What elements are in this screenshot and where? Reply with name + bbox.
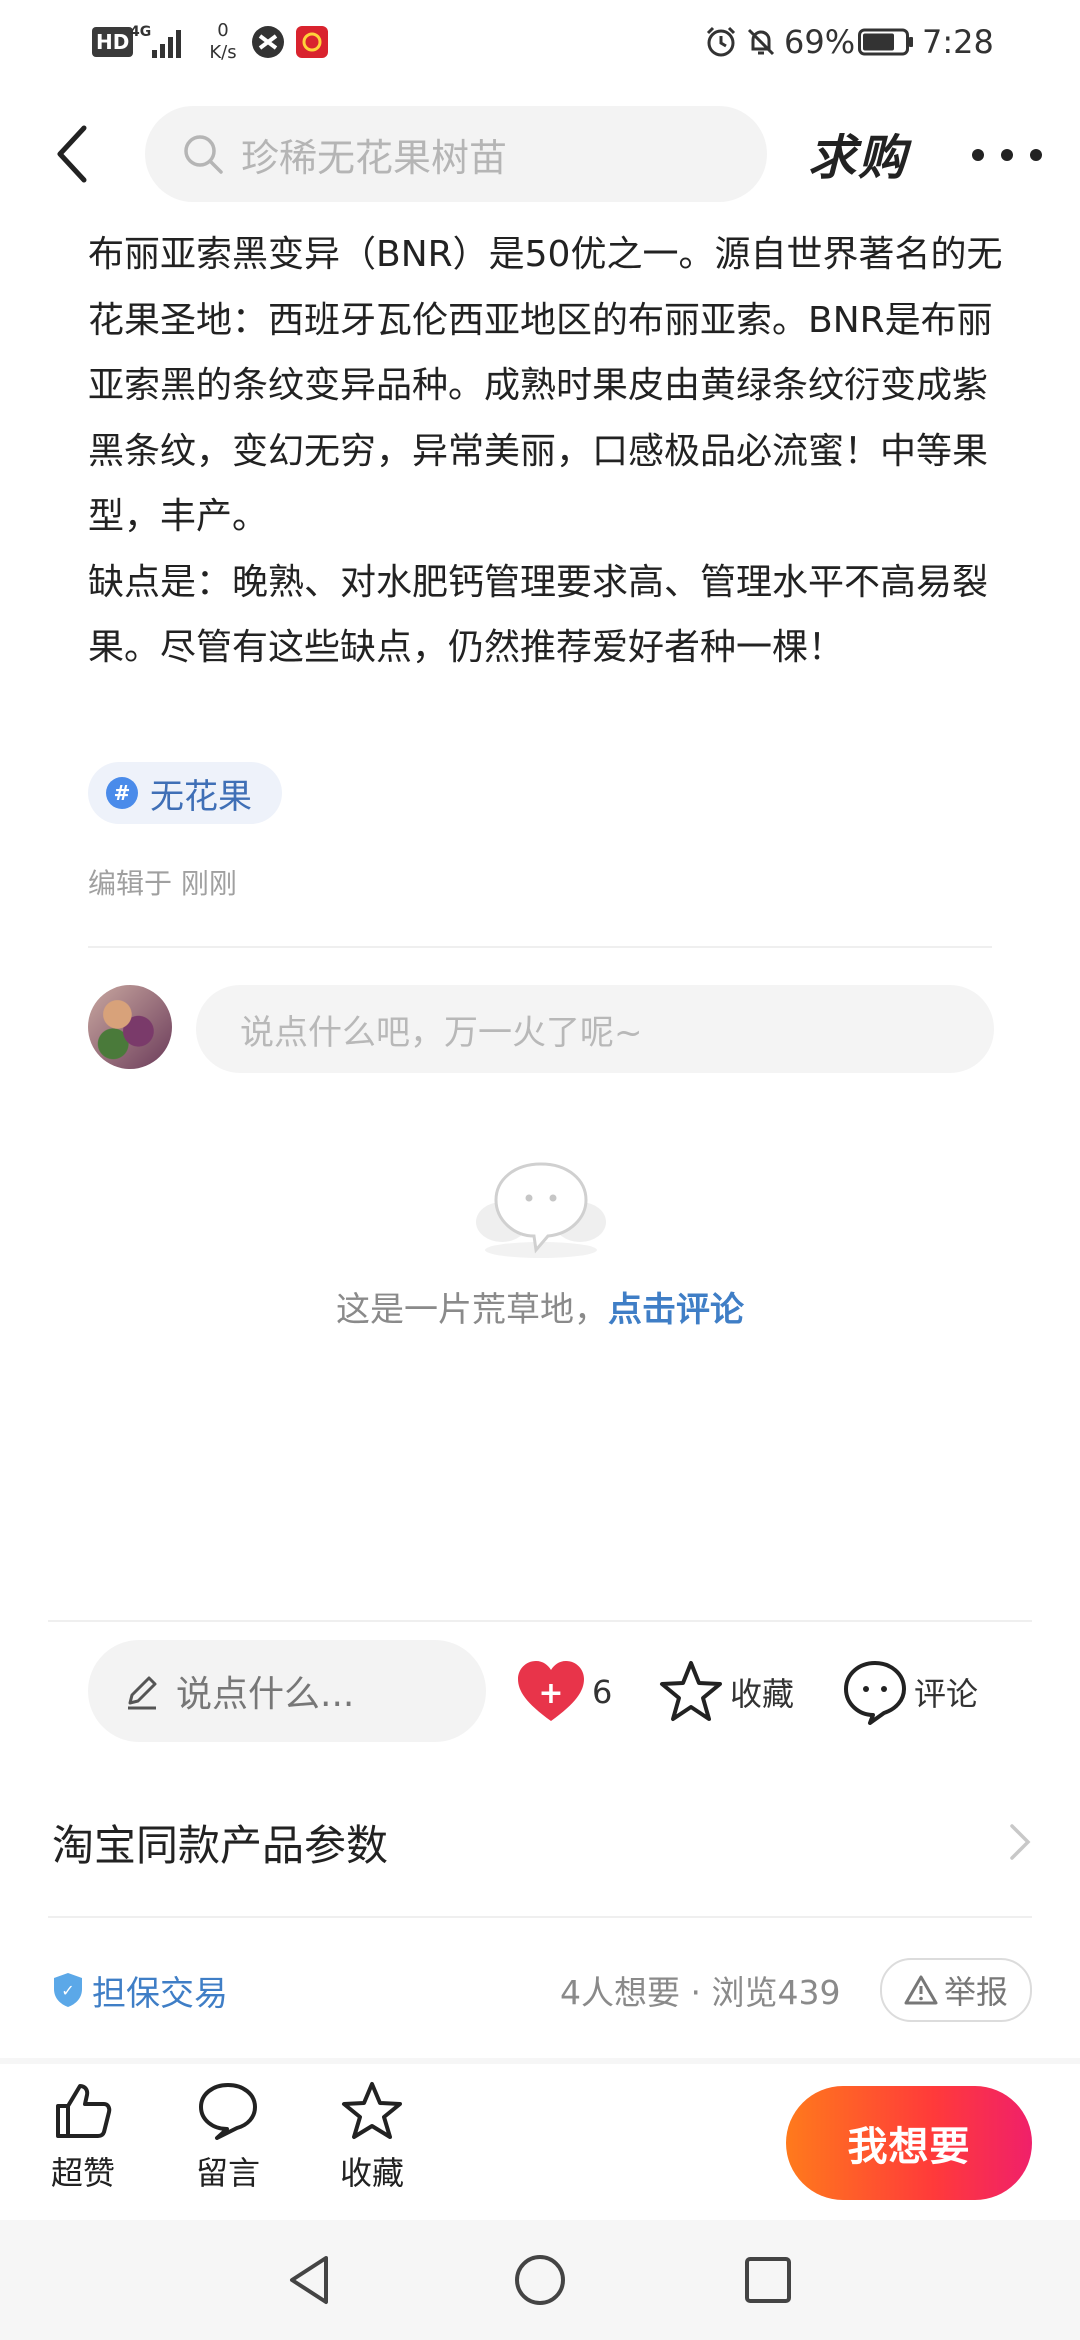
app-notification-icon bbox=[294, 0, 330, 84]
click-to-comment-link[interactable]: 点击评论 bbox=[608, 1290, 744, 1330]
app-notification-icon bbox=[250, 0, 286, 84]
comment-label: 评论 bbox=[914, 1675, 979, 1713]
divider bbox=[88, 946, 992, 948]
post-description: 布丽亚索黑变异（BNR）是50优之一。源自世界著名的无花果圣地：西班牙瓦伦西亚地… bbox=[88, 222, 1008, 681]
warning-icon bbox=[904, 1975, 938, 2005]
divider bbox=[48, 1916, 1032, 1918]
more-button[interactable] bbox=[972, 130, 1042, 180]
report-button[interactable]: 举报 bbox=[880, 1958, 1032, 2022]
shield-icon: ✓ bbox=[54, 1973, 82, 2007]
back-arrow-icon bbox=[57, 125, 87, 183]
svg-text:✓: ✓ bbox=[61, 1981, 74, 2000]
description-paragraph: 缺点是：晚熟、对水肥钙管理要求高、管理水平不高易裂果。尽管有这些缺点，仍然推荐爱… bbox=[88, 561, 989, 669]
svg-text:+: + bbox=[538, 1676, 563, 1711]
nav-home-icon[interactable] bbox=[510, 2250, 570, 2310]
star-icon bbox=[660, 1661, 722, 1721]
hd-badge: HD bbox=[92, 0, 134, 84]
signal-icon: 4G bbox=[130, 0, 188, 84]
divider bbox=[48, 1620, 1032, 1622]
search-icon bbox=[184, 135, 223, 174]
edited-time: 编辑于 刚刚 bbox=[88, 867, 237, 900]
want-count-button[interactable]: + 6 bbox=[516, 1652, 612, 1732]
nav-recents-icon[interactable] bbox=[738, 2250, 798, 2310]
star-icon bbox=[342, 2082, 402, 2139]
speech-bubble-icon bbox=[199, 2083, 257, 2140]
back-button[interactable] bbox=[44, 122, 100, 186]
battery-percent: 69% bbox=[784, 23, 856, 61]
favorite-button[interactable]: 收藏 bbox=[658, 1652, 794, 1732]
guarantee-label: 担保交易 bbox=[92, 1973, 228, 2014]
want-and-view-stats: 4人想要 · 浏览439 bbox=[560, 1973, 841, 2012]
system-nav-bar bbox=[0, 2220, 1080, 2340]
search-placeholder: 珍稀无花果树苗 bbox=[241, 135, 508, 180]
alarm-icon bbox=[704, 0, 738, 84]
top-nav: 珍稀无花果树苗 求购 bbox=[0, 100, 1080, 208]
empty-comments-text: 这是一片荒草地，点击评论 bbox=[336, 1290, 744, 1330]
more-dot-icon bbox=[1030, 149, 1042, 161]
comment-input-placeholder: 说点什么吧，万一火了呢~ bbox=[240, 1012, 643, 1053]
pencil-icon bbox=[128, 1676, 157, 1710]
chevron-right-icon bbox=[1010, 1824, 1031, 1860]
want-count: 6 bbox=[592, 1673, 613, 1711]
description-paragraph: 布丽亚索黑变异（BNR）是50优之一。源自世界著名的无花果圣地：西班牙瓦伦西亚地… bbox=[88, 234, 1003, 537]
like-button[interactable]: 超赞 bbox=[38, 2080, 128, 2194]
taobao-params-title: 淘宝同款产品参数 bbox=[52, 1820, 389, 1870]
taobao-params-row[interactable]: 淘宝同款产品参数 bbox=[52, 1800, 1032, 1884]
net-speed: 0 K/s bbox=[209, 20, 237, 63]
comment-button[interactable]: 评论 bbox=[842, 1652, 978, 1732]
say-something-input[interactable]: 说点什么... bbox=[88, 1640, 486, 1742]
message-button[interactable]: 留言 bbox=[183, 2080, 273, 2194]
status-bar: HD 4G 0 K/s 69% 7:28 bbox=[0, 0, 1080, 84]
favorite-label: 收藏 bbox=[730, 1675, 795, 1713]
heart-icon: + bbox=[518, 1661, 584, 1721]
topic-tag-label: 无花果 bbox=[150, 776, 252, 817]
user-avatar[interactable] bbox=[88, 985, 172, 1069]
clock: 7:28 bbox=[922, 23, 994, 61]
thumbs-up-icon bbox=[56, 2084, 112, 2138]
nav-back-icon[interactable] bbox=[280, 2250, 340, 2310]
more-dot-icon bbox=[972, 149, 984, 161]
svg-text:4G: 4G bbox=[130, 24, 151, 40]
topic-tag[interactable]: # 无花果 bbox=[88, 762, 282, 824]
want-to-buy-button[interactable]: 求购 bbox=[808, 118, 908, 188]
empty-comments-icon bbox=[476, 1162, 606, 1258]
collect-button[interactable]: 收藏 bbox=[327, 2080, 417, 2194]
i-want-button[interactable]: 我想要 bbox=[786, 2086, 1032, 2200]
battery-icon bbox=[858, 0, 914, 84]
more-dot-icon bbox=[1001, 149, 1013, 161]
search-input[interactable]: 珍稀无花果树苗 bbox=[145, 106, 767, 202]
hashtag-icon: # bbox=[106, 777, 138, 809]
mute-bell-icon bbox=[744, 0, 778, 84]
comment-input[interactable]: 说点什么吧，万一火了呢~ bbox=[196, 985, 994, 1073]
divider bbox=[0, 2058, 1080, 2064]
guarantee-trade[interactable]: ✓ 担保交易 bbox=[52, 1962, 228, 2018]
comment-bubble-icon bbox=[844, 1661, 906, 1725]
